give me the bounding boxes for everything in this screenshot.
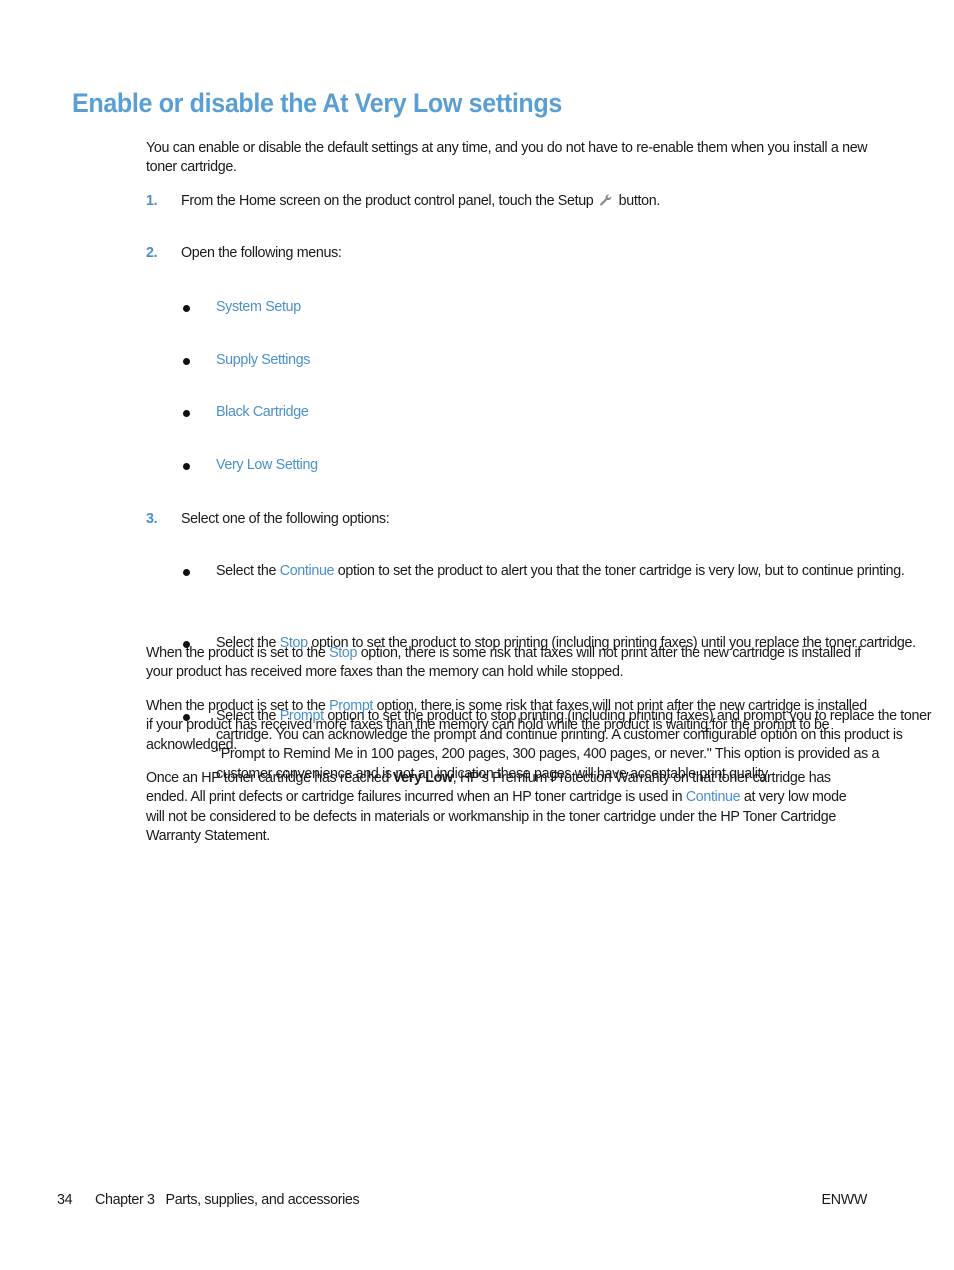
step-2: 2. Open the following menus: bbox=[146, 244, 903, 263]
stop-risk-paragraph: When the product is set to the Stop opti… bbox=[146, 644, 868, 683]
option-link-stop[interactable]: Stop bbox=[329, 645, 357, 661]
bullet-icon bbox=[183, 304, 190, 312]
page-title: Enable or disable the At Very Low settin… bbox=[72, 88, 562, 118]
step-1: 1. From the Home screen on the product c… bbox=[146, 192, 903, 211]
menu-item-black-cartridge: Black Cartridge bbox=[146, 403, 938, 422]
menu-item-supply-settings: Supply Settings bbox=[146, 351, 938, 370]
option-description: option to set the product to alert you t… bbox=[334, 563, 905, 580]
step-text: Open the following menus: bbox=[181, 245, 342, 262]
option-prefix: Select the bbox=[216, 563, 280, 580]
step-number: 1. bbox=[146, 193, 158, 209]
bullet-icon bbox=[183, 463, 190, 471]
page-number: 34 bbox=[57, 1192, 73, 1208]
menu-item-very-low-setting: Very Low Setting bbox=[146, 456, 938, 475]
bullet-icon bbox=[183, 410, 190, 418]
option-continue: Select the Continue option to set the pr… bbox=[146, 562, 938, 581]
step-text: Select one of the following options: bbox=[181, 510, 390, 527]
menu-link[interactable]: Black Cartridge bbox=[216, 404, 309, 420]
menu-link[interactable]: System Setup bbox=[216, 299, 301, 315]
option-link-prompt[interactable]: Prompt bbox=[329, 698, 373, 714]
step-number: 2. bbox=[146, 245, 158, 262]
step-text: From the Home screen on the product cont… bbox=[181, 193, 594, 209]
very-low-emphasis: Very Low bbox=[392, 770, 453, 786]
paragraph-prefix: When the product is set to the bbox=[146, 645, 330, 661]
intro-paragraph: You can enable or disable the default se… bbox=[146, 139, 868, 178]
menu-link[interactable]: Very Low Setting bbox=[216, 457, 318, 473]
paragraph-prefix: When the product is set to the bbox=[146, 698, 330, 714]
menu-link[interactable]: Supply Settings bbox=[216, 352, 310, 368]
bullet-icon bbox=[183, 569, 190, 577]
wrench-icon bbox=[600, 194, 612, 206]
bullet-icon bbox=[183, 357, 190, 365]
option-link-continue[interactable]: Continue bbox=[686, 789, 741, 805]
menu-item-system-setup: System Setup bbox=[146, 298, 938, 317]
option-link-continue[interactable]: Continue bbox=[280, 563, 335, 579]
warranty-paragraph: Once an HP toner cartridge has reached V… bbox=[146, 769, 868, 846]
step-number: 3. bbox=[146, 510, 158, 527]
locale-code: ENWW bbox=[821, 1192, 868, 1208]
warranty-text-1: Once an HP toner cartridge has reached bbox=[146, 770, 393, 786]
step-3: 3. Select one of the following options: bbox=[146, 510, 903, 529]
prompt-risk-paragraph: When the product is set to the Prompt op… bbox=[146, 697, 868, 755]
intro-text: You can enable or disable the default se… bbox=[146, 140, 868, 176]
chapter-title: Chapter 3 Parts, supplies, and accessori… bbox=[95, 1192, 360, 1208]
step-text-after: button. bbox=[618, 193, 661, 209]
